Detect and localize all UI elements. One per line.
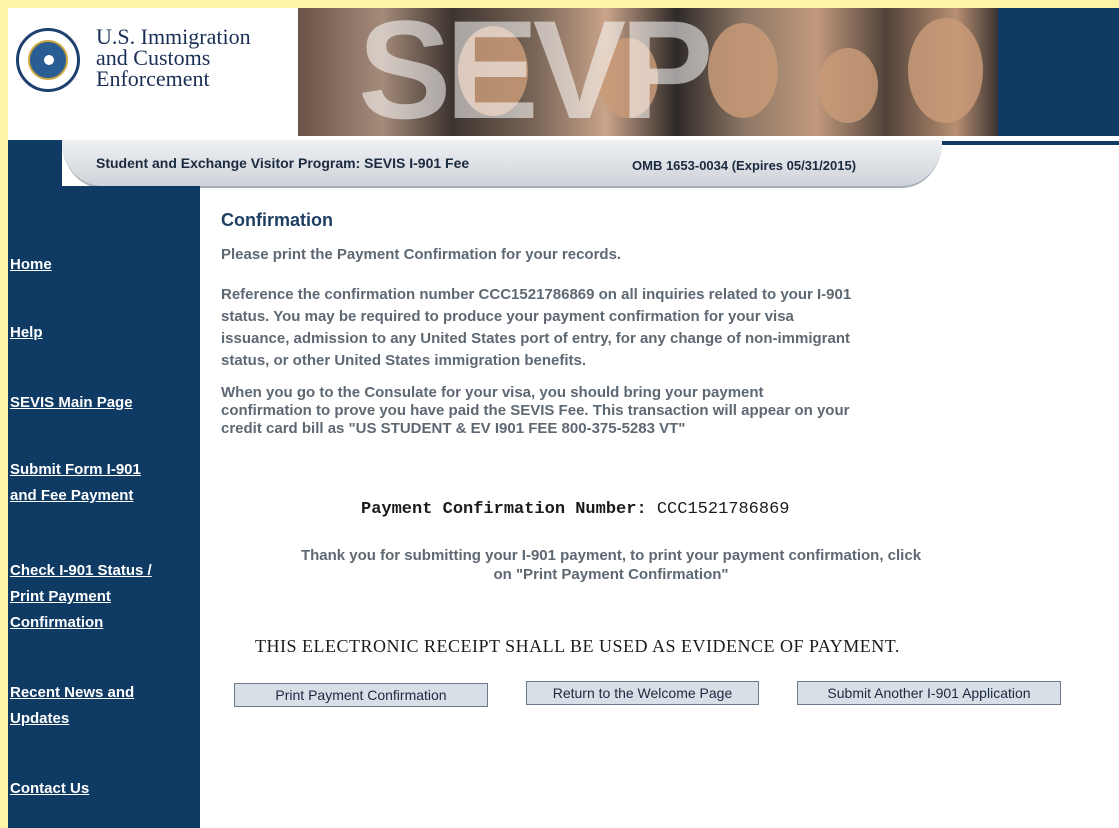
program-bar-right-line	[942, 141, 1119, 145]
payment-confirmation-number: Payment Confirmation Number: CCC15217868…	[361, 500, 789, 519]
top-frame	[0, 0, 1119, 8]
omb-number: OMB 1653-0034 (Expires 05/31/2015)	[632, 158, 857, 173]
sidebar-nav: Home Help SEVIS Main Page Submit Form I-…	[8, 186, 200, 828]
consulate-paragraph: When you go to the Consulate for your vi…	[221, 384, 850, 437]
receipt-notice: THIS ELECTRONIC RECEIPT SHALL BE USED AS…	[255, 636, 900, 656]
program-title: Student and Exchange Visitor Program: SE…	[96, 155, 470, 171]
reference-paragraph: Reference the confirmation number CCC152…	[221, 286, 852, 369]
sevp-banner-text: SEVP	[358, 8, 714, 136]
nav-sevis-main-page[interactable]: SEVIS Main Page	[10, 390, 133, 416]
dhs-seal-icon	[16, 28, 80, 92]
sevp-banner-photos: SEVP	[298, 8, 998, 136]
page-title: Confirmation	[221, 210, 333, 230]
intro-text: Please print the Payment Confirmation fo…	[221, 246, 622, 263]
nav-help[interactable]: Help	[10, 320, 43, 346]
nav-submit-form-i901[interactable]: Submit Form I-901 and Fee Payment	[10, 457, 141, 509]
pcn-value: CCC1521786869	[656, 500, 790, 519]
program-bar-left-strip	[8, 140, 62, 190]
nav-recent-news[interactable]: Recent News and Updates	[10, 680, 134, 732]
pcn-label: Payment Confirmation Number:	[361, 500, 647, 519]
return-welcome-button[interactable]: Return to the Welcome Page	[526, 681, 759, 705]
nav-home[interactable]: Home	[10, 252, 52, 278]
agency-name: U.S. Immigration and Customs Enforcement	[96, 24, 251, 91]
site-header: U.S. Immigration and Customs Enforcement…	[8, 8, 1119, 136]
left-frame	[0, 0, 8, 828]
nav-check-status-print[interactable]: Check I-901 Status / Print Payment Confi…	[10, 558, 152, 636]
thanks-text: Thank you for submitting your I-901 paym…	[300, 547, 922, 583]
submit-another-button[interactable]: Submit Another I-901 Application	[797, 681, 1061, 705]
program-bar: Student and Exchange Visitor Program: SE…	[62, 140, 942, 188]
print-confirmation-button[interactable]: Print Payment Confirmation	[234, 683, 488, 707]
nav-contact-us[interactable]: Contact Us	[10, 776, 89, 802]
ice-logo-area: U.S. Immigration and Customs Enforcement	[8, 8, 298, 136]
